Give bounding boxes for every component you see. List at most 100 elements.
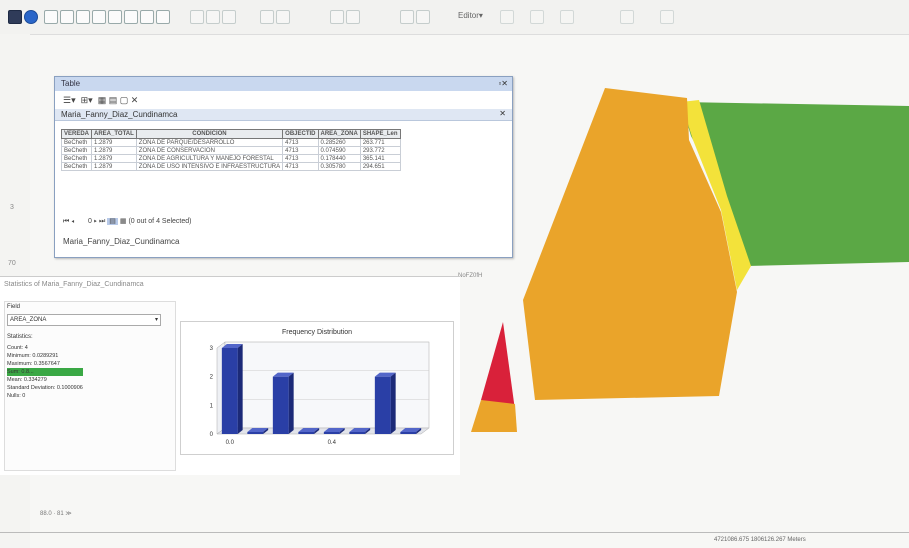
show-selected-records-icon[interactable]: ▦ — [120, 218, 127, 225]
measure-icon[interactable] — [76, 10, 90, 24]
draw-icon[interactable] — [400, 10, 414, 24]
related-tables-icon[interactable]: ⊞▾ — [81, 95, 93, 105]
split-icon[interactable] — [530, 10, 544, 24]
table-cell[interactable]: 0.305780 — [317, 162, 361, 171]
table-footer-tab[interactable]: Maria_Fanny_Diaz_Cundinamca — [63, 237, 180, 246]
table-row[interactable]: BeCheth 1.2879 ZONA DE AGRICULTURA Y MANEJ… — [60, 154, 401, 163]
bookmark-icon[interactable] — [260, 10, 274, 24]
edit-icon[interactable] — [92, 10, 106, 24]
bar — [221, 348, 238, 434]
table-cell[interactable]: 0.285260 — [317, 138, 361, 147]
statistic-line: Mean: 0.334279 — [7, 377, 47, 383]
field-label: Field — [7, 304, 21, 310]
show-all-records-icon[interactable]: ▤ — [107, 218, 118, 225]
close-icon[interactable]: ▫✕ — [498, 79, 508, 88]
table-cell[interactable]: BeCheth — [60, 162, 93, 171]
layers-icon[interactable] — [156, 10, 170, 24]
statistics-title: Statistics of Maria_Fanny_Diaz_Cundinamc… — [4, 281, 144, 288]
table-icon[interactable] — [60, 10, 74, 24]
column-header[interactable]: AREA_TOTAL — [91, 129, 137, 139]
table-window-title: Table — [55, 77, 512, 91]
chart-back-wall — [224, 341, 430, 429]
coordinate-readout: 4721086.675 1806126.267 Meters — [714, 537, 806, 543]
pan-icon[interactable] — [44, 10, 58, 24]
column-header[interactable]: SHAPE_Len — [359, 129, 401, 139]
bar — [323, 432, 340, 434]
bottom-left-readout: 88.0 · 81 ≫ — [40, 511, 72, 517]
sketch-icon[interactable] — [108, 10, 122, 24]
tab-close-icon[interactable]: ✕ — [499, 109, 506, 118]
table-cell[interactable]: 1.2879 — [91, 154, 137, 163]
map-zone-red[interactable] — [481, 322, 515, 410]
attributes-icon[interactable] — [620, 10, 634, 24]
find-icon[interactable] — [140, 10, 154, 24]
column-header[interactable]: AREA_ZONA — [317, 129, 361, 139]
table-cell[interactable]: 365.141 — [359, 154, 401, 163]
table-cell[interactable]: ZONA DE USO INTENSIVO E INFRAESTRUCTURA — [135, 162, 284, 171]
table-cell[interactable]: 293.772 — [359, 146, 401, 155]
select-by-attributes-icon[interactable]: ▦ — [98, 95, 107, 105]
table-cell[interactable]: 263.771 — [359, 138, 401, 147]
vertex-icon[interactable] — [500, 10, 514, 24]
snap-icon[interactable] — [330, 10, 344, 24]
table-options-icon[interactable]: ☰▾ — [63, 95, 76, 105]
table-cell[interactable]: 1.2879 — [91, 138, 137, 147]
bar-side — [237, 344, 243, 434]
statistics-list: Count: 4 Minimum: 0.0289291 Maximum: 0.356… — [7, 344, 83, 400]
grid-icon[interactable] — [346, 10, 360, 24]
table-navigation: ⏮ ◂ 0 ▸ ⏭ ▤ ▦ (0 out of 4 Selected) — [63, 217, 191, 226]
table-cell[interactable]: 4713 — [282, 162, 319, 171]
table-cell[interactable]: 4713 — [282, 138, 319, 147]
table-cell[interactable]: ZONA DE CONSERVACION — [135, 146, 284, 155]
table-cell[interactable]: ZONA DE PARQUE/DESARROLLO — [135, 138, 284, 147]
table-row[interactable]: BeCheth 1.2879 ZONA DE PARQUE/DESARROLLO 47… — [60, 138, 401, 147]
table-cell[interactable]: BeCheth — [60, 154, 93, 163]
table-cell[interactable]: 0.074590 — [317, 146, 361, 155]
select-tool-icon[interactable] — [8, 10, 22, 24]
sketch-properties-icon[interactable] — [660, 10, 674, 24]
table-layer-tab[interactable]: Maria_Fanny_Diaz_Cundinamca — [55, 109, 512, 121]
first-record-icon[interactable]: ⏮ ◂ — [63, 218, 74, 225]
table-cell[interactable]: ZONA DE AGRICULTURA Y MANEJO FORESTAL — [135, 154, 284, 163]
table-cell[interactable]: 1.2879 — [91, 162, 137, 171]
table-cell[interactable]: 1.2879 — [91, 146, 137, 155]
column-header[interactable]: VEREDA — [60, 129, 93, 139]
zoom-out-icon[interactable] — [206, 10, 220, 24]
statistics-window[interactable]: Statistics of Maria_Fanny_Diaz_Cundinamc… — [0, 276, 460, 475]
editor-menu[interactable]: Editor▾ — [458, 11, 483, 20]
status-separator — [0, 532, 909, 533]
table-row[interactable]: BeCheth 1.2879 ZONA DE USO INTENSIVO E INF… — [60, 162, 401, 171]
full-extent-icon[interactable] — [222, 10, 236, 24]
table-cell[interactable]: 0.178440 — [317, 154, 361, 163]
map-canvas[interactable] — [455, 60, 909, 510]
column-header[interactable]: CONDICION — [135, 129, 284, 139]
x-tick-label: 0.4 — [328, 440, 337, 446]
table-cell[interactable]: BeCheth — [60, 138, 93, 147]
y-tick-label: 1 — [210, 403, 214, 409]
table-row[interactable]: BeCheth 1.2879 ZONA DE CONSERVACION 4713 0.0… — [60, 146, 401, 155]
table-cell[interactable]: 4713 — [282, 154, 319, 163]
table-cell[interactable]: BeCheth — [60, 146, 93, 155]
column-header[interactable]: OBJECTID — [282, 129, 319, 139]
undo-icon[interactable] — [124, 10, 138, 24]
clear-selection-icon[interactable]: ▢ — [120, 95, 129, 105]
field-panel: Field AREA_ZONA ▾ Statistics: Count: 4 Mi… — [4, 301, 176, 471]
switch-selection-icon[interactable]: ▤ — [109, 95, 118, 105]
text-icon[interactable] — [416, 10, 430, 24]
bar — [400, 432, 417, 434]
record-number[interactable]: 0 — [88, 218, 92, 225]
map-zone-orange-small[interactable] — [471, 400, 517, 432]
table-cell[interactable]: 4713 — [282, 146, 319, 155]
statistic-line: Minimum: 0.0289291 — [7, 353, 59, 359]
rotate-icon[interactable] — [560, 10, 574, 24]
field-select[interactable]: AREA_ZONA ▾ — [7, 314, 161, 326]
statistics-heading: Statistics: — [7, 334, 33, 340]
y-tick-label: 3 — [210, 346, 214, 352]
table-cell[interactable]: 294.651 — [359, 162, 401, 171]
identify-icon[interactable] — [24, 10, 38, 24]
delete-selected-icon[interactable]: ✕ — [131, 95, 139, 105]
next-record-icon[interactable]: ▸ ⏭ — [94, 218, 105, 225]
gear-icon[interactable] — [276, 10, 290, 24]
table-window[interactable]: Table ▫✕ ☰▾ ⊞▾ ▦ ▤ ▢ ✕ Maria_Fanny_Diaz_… — [54, 76, 513, 258]
zoom-in-icon[interactable] — [190, 10, 204, 24]
